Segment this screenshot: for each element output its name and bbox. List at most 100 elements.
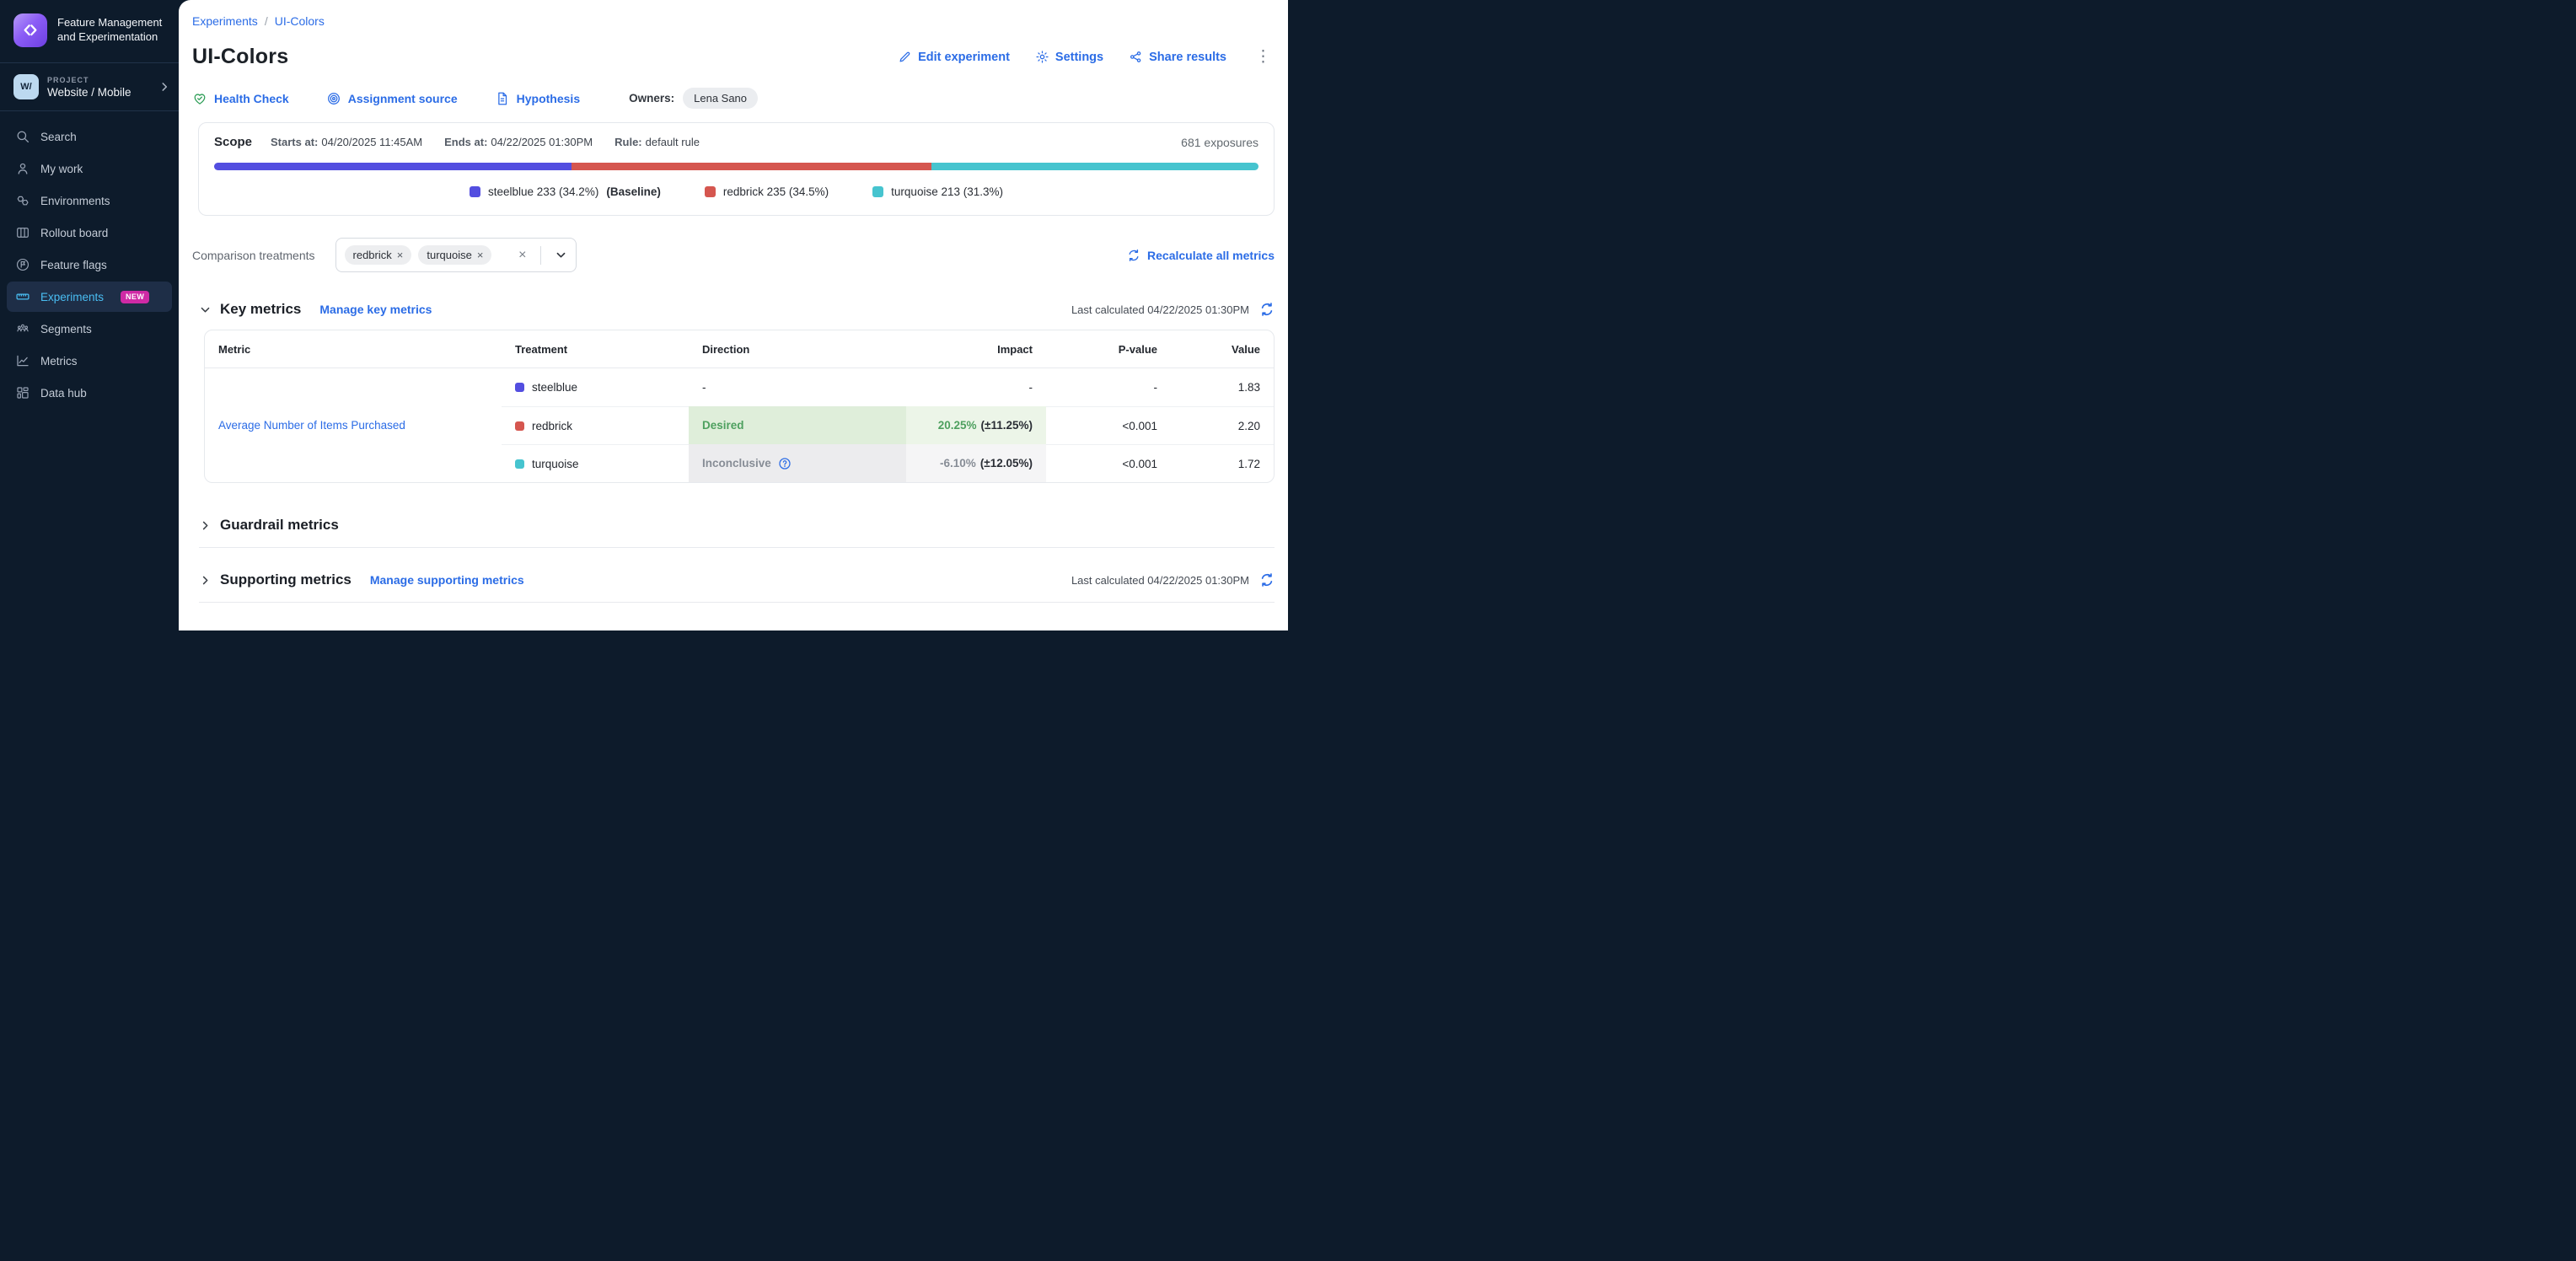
share-icon bbox=[1129, 50, 1143, 64]
last-calculated-text: Last calculated 04/22/2025 01:30PM bbox=[1071, 574, 1249, 587]
metrics-icon bbox=[15, 353, 30, 368]
sidebar-item-segments[interactable]: Segments bbox=[7, 314, 172, 344]
sidebar-item-label: Experiments bbox=[40, 291, 104, 303]
refresh-icon[interactable] bbox=[1259, 302, 1275, 317]
col-header-value: Value bbox=[1171, 330, 1274, 368]
legend-item-steelblue: steelblue 233 (34.2%) (Baseline) bbox=[470, 185, 661, 198]
sidebar-item-rollout-board[interactable]: Rollout board bbox=[7, 217, 172, 248]
remove-chip-icon[interactable]: × bbox=[477, 249, 484, 261]
chevron-down-icon[interactable] bbox=[555, 249, 567, 261]
divider bbox=[540, 246, 541, 265]
sidebar-item-environments[interactable]: Environments bbox=[7, 185, 172, 216]
experiments-icon bbox=[15, 289, 30, 304]
treatments-multiselect[interactable]: redbrick × turquoise × × bbox=[335, 238, 577, 272]
allocation-segment-steelblue bbox=[214, 163, 572, 170]
breadcrumb: Experiments / UI-Colors bbox=[192, 0, 1275, 28]
supporting-metrics-header: Supporting metrics Manage supporting met… bbox=[199, 571, 1275, 588]
baseline-label: (Baseline) bbox=[606, 185, 661, 198]
scope-rule: Rule:default rule bbox=[614, 136, 700, 148]
impact-cell: -6.10% (±12.05%) bbox=[906, 444, 1046, 482]
breadcrumb-separator: / bbox=[265, 14, 268, 28]
manage-key-metrics-link[interactable]: Manage key metrics bbox=[319, 303, 432, 316]
sidebar-item-experiments[interactable]: Experiments NEW bbox=[7, 282, 172, 312]
breadcrumb-current[interactable]: UI-Colors bbox=[275, 14, 325, 28]
owner-chip[interactable]: Lena Sano bbox=[683, 88, 758, 109]
value-cell: 2.20 bbox=[1171, 406, 1274, 444]
share-results-button[interactable]: Share results bbox=[1129, 50, 1226, 64]
sidebar-item-label: Search bbox=[40, 131, 77, 143]
app-title: Feature Management and Experimentation bbox=[57, 16, 167, 45]
project-switcher[interactable]: W/ PROJECT Website / Mobile bbox=[0, 63, 179, 110]
gear-icon bbox=[1035, 50, 1049, 64]
sidebar-item-feature-flags[interactable]: Feature flags bbox=[7, 250, 172, 280]
comparison-row: Comparison treatments redbrick × turquoi… bbox=[192, 238, 1275, 272]
col-header-impact: Impact bbox=[906, 330, 1046, 368]
divider bbox=[199, 547, 1275, 548]
sidebar-item-label: My work bbox=[40, 163, 83, 175]
chevron-right-icon[interactable] bbox=[199, 574, 212, 587]
scope-starts: Starts at:04/20/2025 11:45AM bbox=[271, 136, 422, 148]
last-calculated-text: Last calculated 04/22/2025 01:30PM bbox=[1071, 303, 1249, 316]
rollout-board-icon bbox=[15, 225, 30, 240]
treatment-cell-redbrick: redbrick bbox=[502, 406, 689, 444]
settings-button[interactable]: Settings bbox=[1035, 50, 1103, 64]
sidebar-item-label: Data hub bbox=[40, 387, 87, 400]
edit-experiment-button[interactable]: Edit experiment bbox=[898, 50, 1010, 64]
breadcrumb-experiments[interactable]: Experiments bbox=[192, 14, 258, 28]
data-hub-icon bbox=[15, 385, 30, 400]
direction-cell-desired: Desired bbox=[689, 406, 906, 444]
kebab-menu-button[interactable]: ⋮ bbox=[1252, 49, 1275, 65]
chip-redbrick: redbrick × bbox=[345, 245, 412, 265]
direction-cell-inconclusive: Inconclusive bbox=[689, 444, 906, 482]
document-icon bbox=[495, 91, 510, 106]
remove-chip-icon[interactable]: × bbox=[397, 249, 404, 261]
refresh-icon bbox=[1127, 249, 1140, 262]
health-check-link[interactable]: Health Check bbox=[192, 91, 289, 106]
p-value-cell: <0.001 bbox=[1046, 406, 1171, 444]
allocation-bar bbox=[214, 163, 1258, 170]
target-icon bbox=[326, 91, 341, 106]
sidebar-item-metrics[interactable]: Metrics bbox=[7, 346, 172, 376]
feature-flags-icon bbox=[15, 257, 30, 272]
legend-swatch bbox=[705, 186, 716, 197]
hypothesis-link[interactable]: Hypothesis bbox=[495, 91, 580, 106]
manage-supporting-metrics-link[interactable]: Manage supporting metrics bbox=[370, 573, 524, 587]
title-actions: Edit experiment Settings Share results ⋮ bbox=[898, 49, 1275, 65]
page-title: UI-Colors bbox=[192, 45, 288, 69]
sidebar-item-label: Environments bbox=[40, 195, 110, 207]
assignment-source-link[interactable]: Assignment source bbox=[326, 91, 458, 106]
guardrail-metrics-title: Guardrail metrics bbox=[220, 517, 339, 534]
key-metrics-header: Key metrics Manage key metrics Last calc… bbox=[199, 301, 1275, 318]
refresh-icon[interactable] bbox=[1259, 572, 1275, 588]
sidebar-item-label: Metrics bbox=[40, 355, 78, 368]
chevron-right-icon[interactable] bbox=[199, 519, 212, 532]
divider bbox=[199, 602, 1275, 603]
recalculate-all-metrics-button[interactable]: Recalculate all metrics bbox=[1127, 249, 1275, 262]
value-cell: 1.72 bbox=[1171, 444, 1274, 482]
clear-all-icon[interactable]: × bbox=[518, 248, 526, 263]
sidebar-item-my-work[interactable]: My work bbox=[7, 153, 172, 184]
treatment-dot bbox=[515, 459, 524, 469]
exposures-count: 681 exposures bbox=[1181, 136, 1258, 149]
treatment-dot bbox=[515, 383, 524, 392]
metric-link[interactable]: Average Number of Items Purchased bbox=[218, 419, 405, 432]
sidebar-item-search[interactable]: Search bbox=[7, 121, 172, 152]
chevron-right-icon bbox=[158, 81, 170, 93]
sidebar-item-data-hub[interactable]: Data hub bbox=[7, 378, 172, 408]
legend-item-turquoise: turquoise 213 (31.3%) bbox=[872, 185, 1003, 198]
metric-cell: Average Number of Items Purchased bbox=[205, 368, 502, 482]
value-cell: 1.83 bbox=[1171, 368, 1274, 406]
col-header-treatment: Treatment bbox=[502, 330, 689, 368]
supporting-metrics-title: Supporting metrics bbox=[220, 571, 352, 588]
impact-cell: 20.25% (±11.25%) bbox=[906, 406, 1046, 444]
sidebar-menu: Search My work Environments Rollout boar… bbox=[0, 111, 179, 418]
p-value-cell: <0.001 bbox=[1046, 444, 1171, 482]
scope-title: Scope bbox=[214, 135, 252, 149]
project-name: Website / Mobile bbox=[47, 86, 131, 99]
new-badge: NEW bbox=[121, 291, 149, 303]
app-logo-block: Feature Management and Experimentation bbox=[0, 0, 179, 62]
chevron-down-icon[interactable] bbox=[199, 303, 212, 316]
legend-swatch bbox=[872, 186, 883, 197]
direction-cell: - bbox=[689, 368, 906, 406]
help-circle-icon[interactable] bbox=[778, 457, 792, 470]
